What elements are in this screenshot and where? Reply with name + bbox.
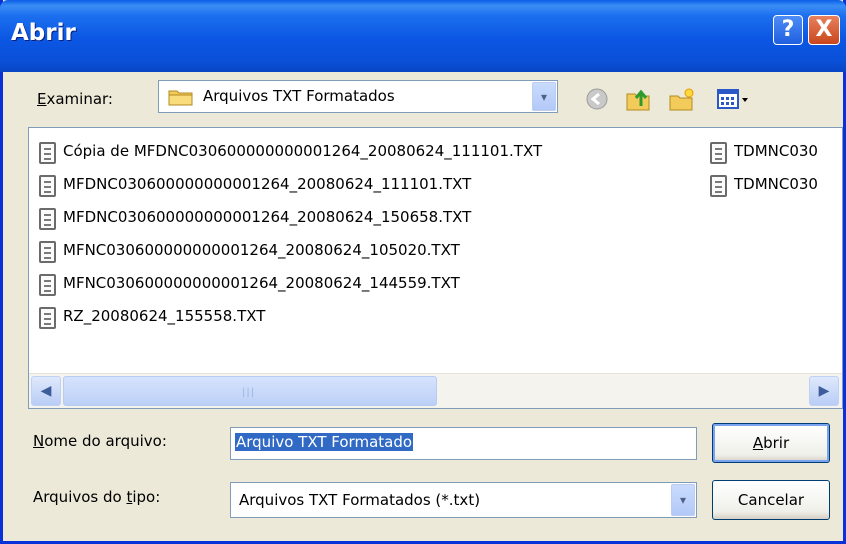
text-file-icon xyxy=(710,142,727,164)
text-file-icon xyxy=(39,274,56,296)
file-name: MFDNC030600000000001264_20080624_111101.… xyxy=(63,175,472,193)
filetype-value: Arquivos TXT Formatados (*.txt) xyxy=(239,491,481,509)
scroll-thumb[interactable]: ||| xyxy=(63,376,437,406)
folder-icon xyxy=(168,90,193,106)
filetype-select[interactable]: Arquivos TXT Formatados (*.txt) ▾ xyxy=(230,482,697,518)
close-button[interactable]: X xyxy=(808,15,840,45)
cancel-button[interactable]: Cancelar xyxy=(712,480,830,520)
new-folder-icon[interactable] xyxy=(668,86,696,112)
chevron-down-icon[interactable]: ▾ xyxy=(671,484,695,516)
grip-icon: ||| xyxy=(242,387,256,398)
text-file-icon xyxy=(39,307,56,329)
text-file-icon xyxy=(39,175,56,197)
file-list[interactable]: Cópia de MFDNC030600000000001264_2008062… xyxy=(28,127,843,409)
back-icon[interactable] xyxy=(583,86,611,112)
file-name: TDMNC030 xyxy=(734,175,818,193)
filetype-label: Arquivos do tipo: xyxy=(33,488,161,506)
text-file-icon xyxy=(710,175,727,197)
open-button[interactable]: Abrir xyxy=(712,423,830,463)
lookin-combobox[interactable]: Arquivos TXT Formatados ▾ xyxy=(158,80,558,113)
text-file-icon xyxy=(39,142,56,164)
file-name: Cópia de MFDNC030600000000001264_2008062… xyxy=(63,142,543,160)
filename-input[interactable]: Arquivo TXT Formatado xyxy=(230,427,697,460)
title-bar[interactable]: Abrir ? X xyxy=(0,0,846,72)
file-name: MFNC030600000000001264_20080624_144559.T… xyxy=(63,274,460,292)
dialog-title: Abrir xyxy=(11,20,76,46)
text-file-icon xyxy=(39,208,56,230)
lookin-label: Examinar: xyxy=(37,90,113,108)
file-name: TDMNC030 xyxy=(734,142,818,160)
scroll-right-icon[interactable]: ▶ xyxy=(809,376,839,406)
file-name: MFNC030600000000001264_20080624_105020.T… xyxy=(63,241,460,259)
text-file-icon xyxy=(39,241,56,263)
file-name: MFDNC030600000000001264_20080624_150658.… xyxy=(63,208,472,226)
chevron-down-icon[interactable]: ▾ xyxy=(532,82,556,111)
file-name: RZ_20080624_155558.TXT xyxy=(63,307,266,325)
up-folder-icon[interactable] xyxy=(625,86,653,112)
help-button[interactable]: ? xyxy=(773,15,803,45)
horizontal-scrollbar[interactable]: ◀ ||| ▶ xyxy=(29,373,842,408)
lookin-value: Arquivos TXT Formatados xyxy=(203,87,395,105)
views-menu-icon[interactable] xyxy=(716,86,756,112)
filename-label: Nome do arquivo: xyxy=(33,432,167,450)
open-dialog: Abrir ? X Examinar: Arquivos TXT Formata… xyxy=(0,0,846,544)
filename-value: Arquivo TXT Formatado xyxy=(235,433,414,451)
scroll-left-icon[interactable]: ◀ xyxy=(31,376,61,406)
